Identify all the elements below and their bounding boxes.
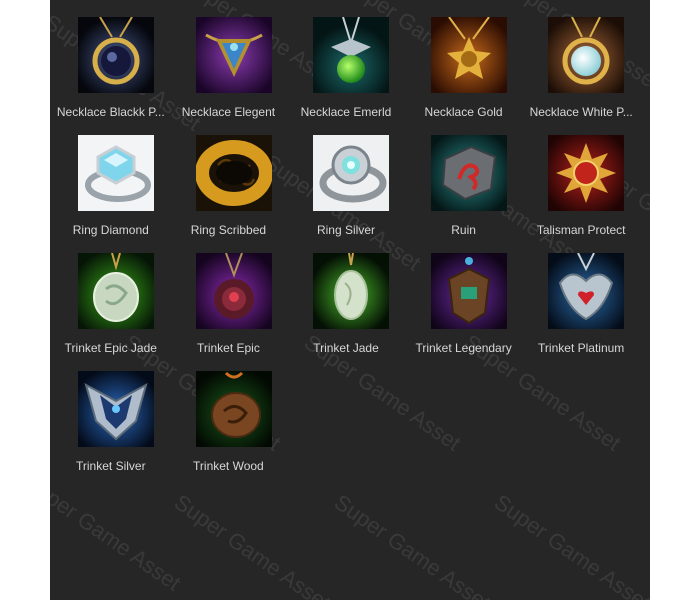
- asset-item-label: Necklace Gold: [424, 105, 503, 119]
- asset-item[interactable]: Ring Scribbed: [170, 135, 288, 253]
- ring-silver-icon: [313, 135, 390, 211]
- asset-item[interactable]: Necklace White P...: [522, 17, 640, 135]
- asset-item-label: Necklace Blackk P...: [56, 105, 165, 119]
- asset-item[interactable]: Ruin: [405, 135, 523, 253]
- trinket-epic-jade-icon: [78, 253, 154, 329]
- asset-item[interactable]: Trinket Epic: [170, 253, 288, 371]
- trinket-platinum-icon: [548, 253, 625, 329]
- asset-item[interactable]: Trinket Silver: [52, 371, 170, 489]
- trinket-epic-icon: [195, 253, 272, 329]
- necklace-elegant-icon: [195, 17, 272, 93]
- asset-item-label: Trinket Wood: [193, 459, 264, 473]
- watermark: Super Game Asset: [329, 489, 496, 600]
- asset-item-label: Trinket Epic: [196, 341, 260, 355]
- trinket-wood-icon: [195, 371, 272, 447]
- asset-item-label: Ring Scribbed: [190, 223, 267, 237]
- asset-grid: Necklace Blackk P... Necklace Elegent Ne…: [50, 17, 650, 489]
- trinket-silver-icon: [78, 371, 154, 447]
- asset-item-label: Necklace Emerld: [300, 105, 392, 119]
- asset-item-label: Trinket Legendary: [415, 341, 512, 355]
- asset-item-label: Talisman Protect: [536, 223, 626, 237]
- asset-item[interactable]: Ring Diamond: [52, 135, 170, 253]
- necklace-gold-icon: [430, 17, 507, 93]
- talisman-protect-icon: [548, 135, 625, 211]
- asset-item-label: Ring Diamond: [72, 223, 149, 237]
- trinket-jade-icon: [313, 253, 390, 329]
- asset-item[interactable]: Necklace Elegent: [170, 17, 288, 135]
- ring-diamond-icon: [78, 135, 154, 211]
- asset-item[interactable]: Trinket Jade: [287, 253, 405, 371]
- asset-item[interactable]: Necklace Emerld: [287, 17, 405, 135]
- necklace-black-pearl-icon: [78, 17, 154, 93]
- asset-browser-panel: Super Game Asset Super Game Asset Super …: [50, 0, 650, 600]
- ruin-stone-icon: [430, 135, 507, 211]
- asset-item[interactable]: Trinket Legendary: [405, 253, 523, 371]
- asset-item-label: Necklace White P...: [529, 105, 633, 119]
- asset-item[interactable]: Trinket Platinum: [522, 253, 640, 371]
- asset-item-label: Trinket Silver: [76, 459, 146, 473]
- asset-item[interactable]: Ring Silver: [287, 135, 405, 253]
- asset-item[interactable]: Trinket Wood: [170, 371, 288, 489]
- asset-item-label: Necklace Elegent: [181, 105, 276, 119]
- asset-item[interactable]: Necklace Gold: [405, 17, 523, 135]
- asset-item-label: Trinket Platinum: [538, 341, 625, 355]
- trinket-legendary-icon: [430, 253, 507, 329]
- asset-item[interactable]: Trinket Epic Jade: [52, 253, 170, 371]
- necklace-emerald-icon: [313, 17, 390, 93]
- asset-item[interactable]: Talisman Protect: [522, 135, 640, 253]
- watermark: Super Game Asset: [169, 489, 336, 600]
- asset-item-label: Trinket Jade: [313, 341, 379, 355]
- asset-item-label: Ring Silver: [316, 223, 375, 237]
- asset-item-label: Trinket Epic Jade: [64, 341, 157, 355]
- asset-item-label: Ruin: [451, 223, 476, 237]
- watermark: Super Game Asset: [489, 489, 650, 600]
- ring-scribbed-icon: [195, 135, 272, 211]
- necklace-white-pearl-icon: [548, 17, 625, 93]
- asset-item[interactable]: Necklace Blackk P...: [52, 17, 170, 135]
